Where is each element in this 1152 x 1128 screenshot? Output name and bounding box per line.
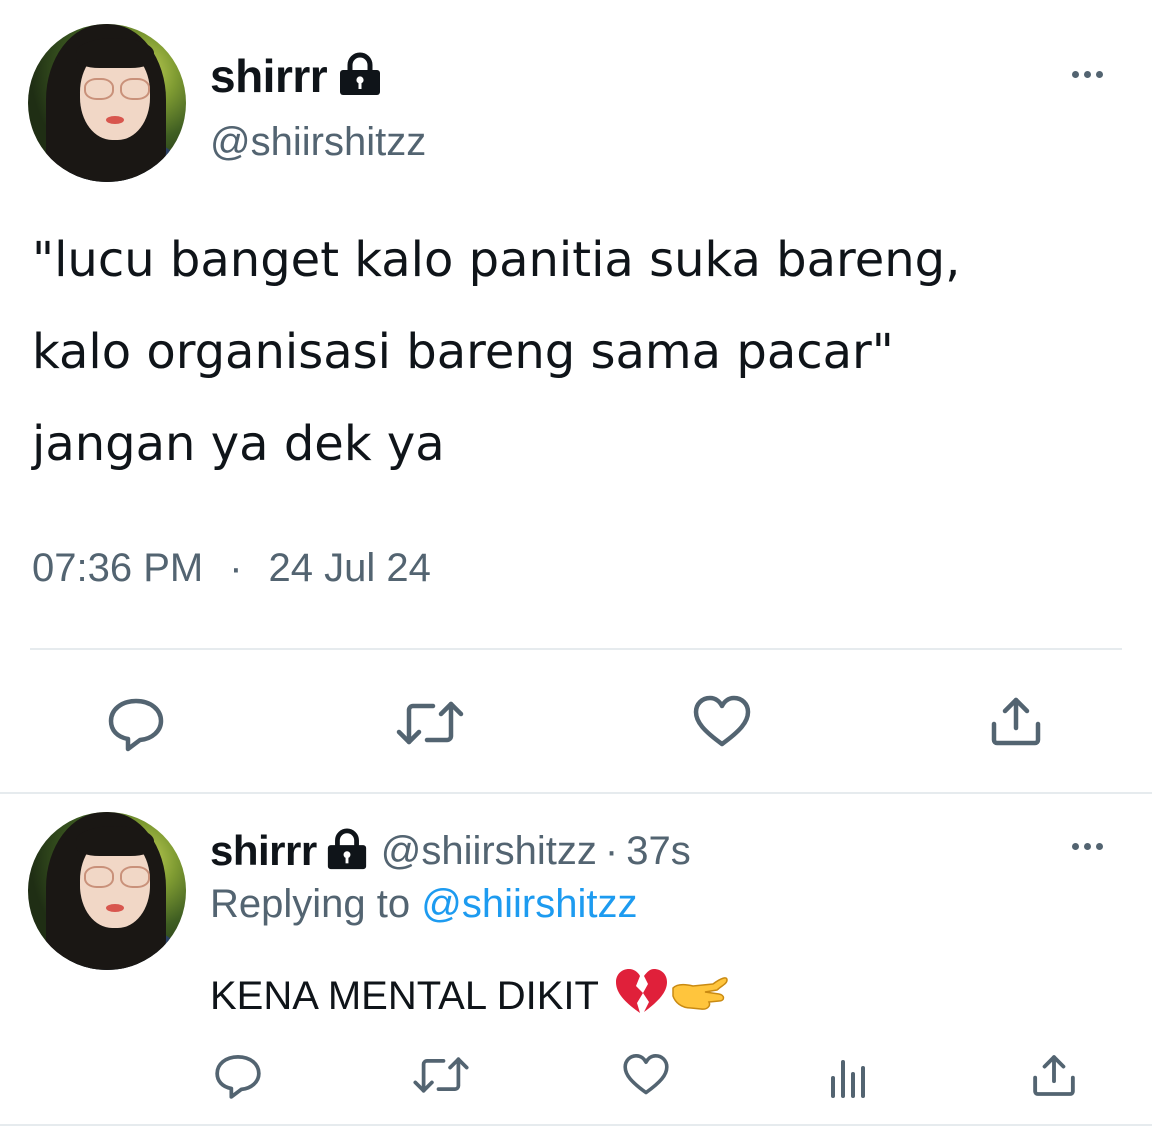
emoji-sequence <box>613 966 731 1026</box>
like-icon[interactable] <box>622 1052 670 1098</box>
display-name[interactable]: shirrr <box>210 49 328 103</box>
more-icon[interactable] <box>1072 843 1103 850</box>
lock-icon <box>337 51 383 101</box>
replying-to: Replying to @shiirshitzz <box>210 882 637 927</box>
tweet-date[interactable]: 24 Jul 24 <box>269 546 431 591</box>
handle[interactable]: @shiirshitzz <box>381 829 597 874</box>
reply-body: KENA MENTAL DIKIT <box>210 966 731 1026</box>
meta-separator: · <box>604 828 619 873</box>
reply-icon[interactable] <box>213 1052 263 1100</box>
broken-heart-icon <box>613 966 669 1026</box>
divider <box>0 792 1152 794</box>
replying-to-link[interactable]: @shiirshitzz <box>421 882 637 926</box>
avatar[interactable] <box>28 812 186 970</box>
tweet-text: "lucu banget kalo panitia suka bareng, k… <box>32 214 1132 490</box>
divider <box>30 648 1122 650</box>
replying-prefix: Replying to <box>210 882 411 926</box>
reply-icon[interactable] <box>106 696 166 752</box>
more-icon[interactable] <box>1072 71 1103 78</box>
tweet-text-line: jangan ya dek ya <box>32 416 445 472</box>
handle[interactable]: @shiirshitzz <box>210 120 426 165</box>
share-icon[interactable] <box>988 694 1044 750</box>
share-icon[interactable] <box>1030 1052 1078 1100</box>
views-icon[interactable] <box>829 1058 869 1098</box>
retweet-icon[interactable] <box>412 1054 470 1096</box>
display-name[interactable]: shirrr <box>210 827 317 875</box>
divider <box>0 1124 1152 1126</box>
retweet-icon[interactable] <box>395 698 465 748</box>
tweet-meta: 07:36 PM · 24 Jul 24 <box>32 546 431 591</box>
tweet-age[interactable]: 37s <box>626 829 691 874</box>
tweet-text-line: kalo organisasi bareng sama pacar" <box>32 324 894 380</box>
meta-separator: · <box>229 546 243 590</box>
avatar[interactable] <box>28 24 186 182</box>
tweet-text-line: "lucu banget kalo panitia suka bareng, <box>32 232 961 288</box>
pinching-hand-icon <box>669 966 731 1026</box>
reply-text: KENA MENTAL DIKIT <box>210 973 599 1018</box>
tweet-time[interactable]: 07:36 PM <box>32 546 203 591</box>
like-icon[interactable] <box>692 694 752 750</box>
lock-icon <box>325 827 369 875</box>
